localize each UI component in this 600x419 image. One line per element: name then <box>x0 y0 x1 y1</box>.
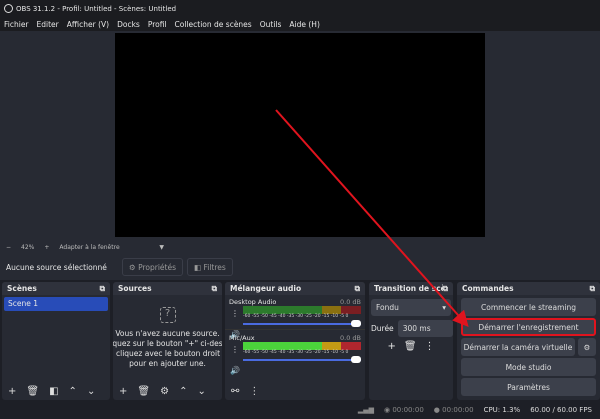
annotation-arrow <box>275 109 469 327</box>
arrow-line <box>275 109 469 327</box>
